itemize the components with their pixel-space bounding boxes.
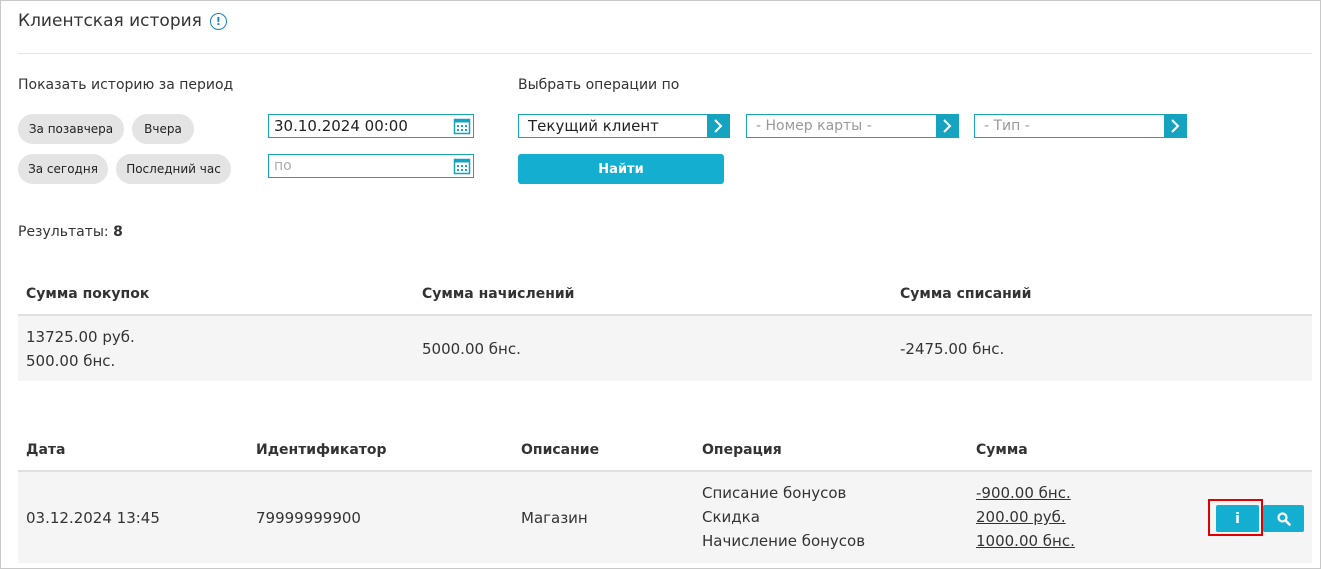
find-button[interactable]: Найти [518, 154, 724, 184]
row-description: Магазин [521, 509, 588, 527]
history-header-operation: Операция [702, 442, 782, 458]
operations-label: Выбрать операции по [518, 77, 680, 93]
date-from-value: 30.10.2024 00:00 [274, 117, 408, 135]
type-select[interactable]: - Тип - [974, 114, 1187, 138]
calendar-icon[interactable] [451, 115, 473, 137]
summary-purchases-bonus: 500.00 бнс. [26, 352, 116, 370]
page-title: Клиентская история ! [18, 11, 227, 31]
chip-last-hour[interactable]: Последний час [116, 154, 231, 184]
client-history-panel: Клиентская история ! Показать историю за… [0, 0, 1321, 569]
history-header-date: Дата [26, 442, 66, 458]
row-amount-accrual-link[interactable]: 1000.00 бнс. [976, 529, 1075, 553]
summary-header-accruals: Сумма начислений [422, 286, 575, 302]
search-button[interactable] [1263, 505, 1304, 532]
summary-accruals: 5000.00 бнс. [422, 340, 521, 358]
row-amount-discount-link[interactable]: 200.00 руб. [976, 505, 1075, 529]
chip-yesterday[interactable]: Вчера [132, 114, 194, 144]
chip-day-before-yesterday[interactable]: За позавчера [18, 114, 124, 144]
row-operation-writeoff: Списание бонусов [702, 484, 847, 502]
page-title-text: Клиентская история [18, 11, 202, 31]
title-divider [18, 53, 1312, 54]
summary-row [18, 316, 1312, 381]
highlight-box [1208, 499, 1263, 536]
row-operation-discount: Скидка [702, 508, 760, 526]
date-from-input[interactable]: 30.10.2024 00:00 [268, 114, 474, 138]
calendar-icon[interactable] [451, 155, 473, 177]
row-date: 03.12.2024 13:45 [26, 509, 160, 527]
summary-writeoffs: -2475.00 бнс. [900, 340, 1005, 358]
row-operations: Списание бонусов Скидка Начисление бонус… [702, 481, 865, 553]
history-header-description: Описание [521, 442, 600, 458]
chip-today[interactable]: За сегодня [18, 154, 108, 184]
results-label: Результаты: [18, 224, 109, 240]
chevron-right-icon [1164, 115, 1186, 137]
info-circle-icon[interactable]: ! [209, 12, 227, 30]
row-amount-writeoff-link[interactable]: -900.00 бнс. [976, 481, 1075, 505]
table-row [18, 472, 1312, 563]
summary-header-purchases: Сумма покупок [26, 286, 150, 302]
date-to-placeholder: по [274, 158, 292, 174]
results-count: Результаты: 8 [18, 224, 123, 240]
row-operation-accrual: Начисление бонусов [702, 532, 866, 550]
history-header-amount: Сумма [976, 442, 1028, 458]
period-label: Показать историю за период [18, 77, 234, 93]
search-icon [1276, 511, 1291, 526]
type-placeholder: - Тип - [984, 118, 1030, 134]
history-header-identifier: Идентификатор [256, 442, 387, 458]
chevron-right-icon [936, 115, 958, 137]
summary-header-writeoffs: Сумма списаний [900, 286, 1032, 302]
client-select[interactable]: Текущий клиент [518, 114, 730, 138]
summary-purchases-rub: 13725.00 руб. [26, 328, 135, 346]
card-number-placeholder: - Номер карты - [756, 118, 872, 134]
date-to-input[interactable]: по [268, 154, 474, 178]
summary-purchases: 13725.00 руб. 500.00 бнс. [26, 325, 135, 373]
chevron-right-icon [707, 115, 729, 137]
client-select-value: Текущий клиент [528, 117, 659, 135]
row-amounts: -900.00 бнс. 200.00 руб. 1000.00 бнс. [976, 481, 1075, 553]
card-number-select[interactable]: - Номер карты - [746, 114, 959, 138]
row-identifier: 79999999900 [256, 509, 361, 527]
results-number: 8 [113, 224, 123, 240]
